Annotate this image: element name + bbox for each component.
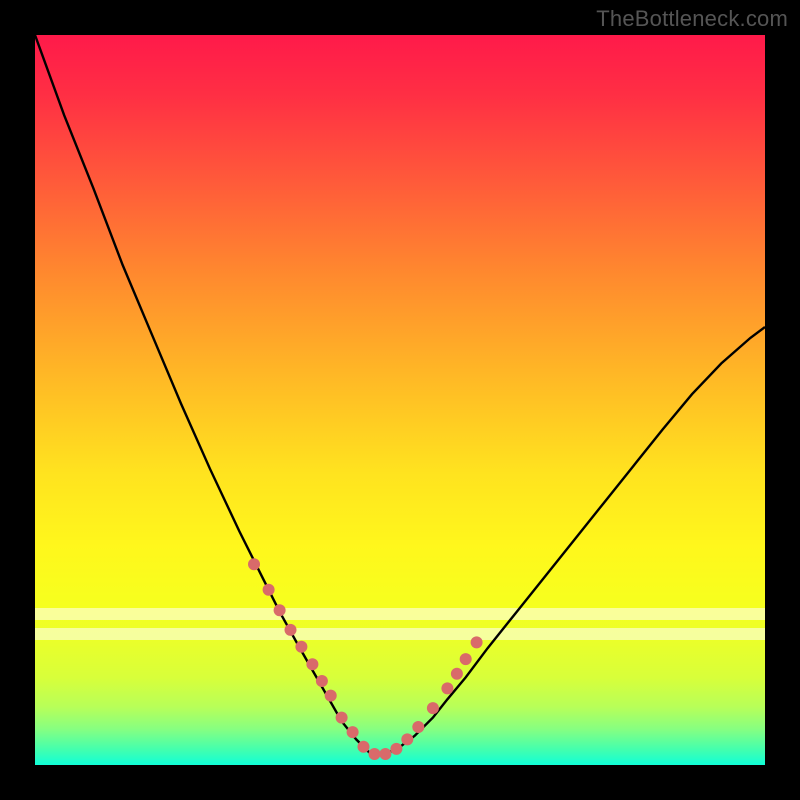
curve-marker xyxy=(401,733,413,745)
curve-marker xyxy=(412,721,424,733)
curve-marker xyxy=(347,726,359,738)
curve-marker xyxy=(460,653,472,665)
curve-marker xyxy=(274,604,286,616)
curve-marker xyxy=(369,748,381,760)
curve-marker xyxy=(441,682,453,694)
curve-marker xyxy=(427,702,439,714)
curve-marker xyxy=(248,558,260,570)
curve-marker xyxy=(336,712,348,724)
curve-marker xyxy=(471,636,483,648)
curve-marker xyxy=(325,690,337,702)
curve-marker xyxy=(306,658,318,670)
curve-marker xyxy=(358,741,370,753)
curve-marker xyxy=(263,584,275,596)
curve-marker xyxy=(295,641,307,653)
curve-svg xyxy=(35,35,765,765)
curve-markers xyxy=(248,558,483,760)
watermark-text: TheBottleneck.com xyxy=(596,6,788,32)
plot-area xyxy=(35,35,765,765)
curve-marker xyxy=(379,748,391,760)
curve-marker xyxy=(285,624,297,636)
curve-marker xyxy=(451,668,463,680)
curve-marker xyxy=(390,743,402,755)
chart-frame: TheBottleneck.com xyxy=(0,0,800,800)
curve-marker xyxy=(316,675,328,687)
bottleneck-curve xyxy=(35,35,765,754)
